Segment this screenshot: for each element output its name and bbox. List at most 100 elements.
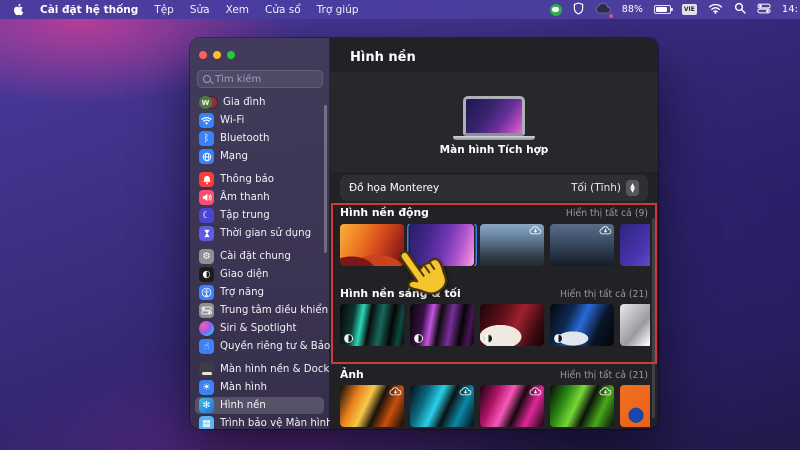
wallpaper-name: Đồ họa Monterey bbox=[349, 182, 439, 194]
sidebar-item-privacy[interactable]: ☝ Quyền riêng tư & Bảo mật bbox=[195, 338, 324, 355]
wallpaper-thumbnail-teal[interactable] bbox=[340, 304, 404, 346]
wallpaper-thumbnail-ventura[interactable] bbox=[340, 224, 404, 266]
toggles-icon bbox=[199, 303, 214, 318]
sidebar-item-accessibility[interactable]: Trợ năng bbox=[195, 284, 324, 301]
close-button[interactable] bbox=[199, 51, 207, 59]
search-input[interactable] bbox=[215, 74, 317, 85]
shield-icon[interactable] bbox=[573, 2, 584, 18]
sidebar-item-bluetooth[interactable]: ᛒ Bluetooth bbox=[195, 130, 324, 147]
menu-file[interactable]: Tệp bbox=[154, 4, 174, 16]
menu-edit[interactable]: Sửa bbox=[190, 4, 210, 16]
battery-percent: 88% bbox=[622, 4, 643, 15]
wallpaper-thumbnail-partial[interactable] bbox=[620, 224, 650, 266]
download-cloud-icon bbox=[529, 225, 542, 235]
show-all-photos[interactable]: Hiển thị tất cả (21) bbox=[560, 370, 648, 381]
menu-app-name[interactable]: Cài đặt hệ thống bbox=[40, 4, 138, 16]
display-name: Màn hình Tích hợp bbox=[330, 144, 658, 156]
macbook-preview bbox=[463, 96, 525, 136]
sidebar-item-family[interactable]: W Gia đình bbox=[195, 94, 324, 111]
photo-thumbnail-pink[interactable] bbox=[480, 385, 544, 427]
sidebar-item-screen-saver[interactable]: ▦ Trình bảo vệ Màn hình bbox=[195, 415, 324, 429]
dock-icon bbox=[199, 362, 214, 377]
chevron-up-down-icon: ▲▼ bbox=[626, 180, 639, 196]
speaker-icon bbox=[199, 190, 214, 205]
menu-help[interactable]: Trợ giúp bbox=[317, 4, 359, 16]
zoom-button[interactable] bbox=[227, 51, 235, 59]
sidebar-search[interactable] bbox=[197, 70, 323, 88]
photo-thumbnail-partial[interactable] bbox=[620, 385, 650, 427]
line-app-icon[interactable] bbox=[550, 4, 562, 16]
sidebar-item-notifications[interactable]: Thông báo bbox=[195, 171, 324, 188]
screensaver-icon: ▦ bbox=[199, 416, 214, 429]
system-settings-window: W Gia đình Wi-Fi ᛒ Bluetooth Mạng Thông … bbox=[190, 38, 658, 429]
sidebar-item-siri[interactable]: Siri & Spotlight bbox=[195, 320, 324, 337]
sidebar-item-displays[interactable]: ☀ Màn hình bbox=[195, 379, 324, 396]
sidebar-item-control-center[interactable]: Trung tâm điều khiển bbox=[195, 302, 324, 319]
wifi-icon[interactable] bbox=[708, 3, 723, 17]
sidebar-item-sound[interactable]: Âm thanh bbox=[195, 189, 324, 206]
content-scrollbar[interactable] bbox=[652, 218, 655, 418]
sidebar-item-appearance[interactable]: ◐ Giao diện bbox=[195, 266, 324, 283]
wifi-icon bbox=[199, 113, 214, 128]
sidebar-scrollbar[interactable] bbox=[324, 105, 327, 253]
download-cloud-icon bbox=[599, 225, 612, 235]
light-dark-badge-icon bbox=[554, 334, 563, 343]
cloud-icon[interactable] bbox=[595, 3, 611, 17]
sidebar-item-desktop-dock[interactable]: Màn hình nền & Dock bbox=[195, 361, 324, 378]
section-dynamic-header: Hình nền động Hiển thị tất cả (9) bbox=[340, 206, 648, 219]
sidebar-item-general[interactable]: ⚙ Cài đặt chung bbox=[195, 248, 324, 265]
light-dark-badge-icon bbox=[414, 334, 423, 343]
photo-thumbnail-teal[interactable] bbox=[410, 385, 474, 427]
gear-icon: ⚙ bbox=[199, 249, 214, 264]
hourglass-icon bbox=[199, 226, 214, 241]
wallpaper-thumbnail-red[interactable] bbox=[480, 304, 544, 346]
appearance-icon: ◐ bbox=[199, 267, 214, 282]
photo-thumbnail-orange[interactable] bbox=[340, 385, 404, 427]
battery-icon[interactable] bbox=[654, 5, 671, 14]
moon-icon: ☾ bbox=[199, 208, 214, 223]
input-source-badge[interactable]: VIE bbox=[682, 4, 697, 15]
bluetooth-icon: ᛒ bbox=[199, 131, 214, 146]
show-all-light-dark[interactable]: Hiển thị tất cả (21) bbox=[560, 289, 648, 300]
accessibility-icon bbox=[199, 285, 214, 300]
search-icon bbox=[203, 75, 211, 83]
notification-dot bbox=[609, 14, 613, 18]
bell-icon bbox=[199, 172, 214, 187]
wallpaper-thumbnail-blue[interactable] bbox=[550, 304, 614, 346]
menu-clock[interactable]: 14: bbox=[782, 4, 798, 15]
sidebar-item-wifi[interactable]: Wi-Fi bbox=[195, 112, 324, 129]
sidebar-item-screen-time[interactable]: Thời gian sử dụng bbox=[195, 225, 324, 242]
wallpaper-thumbnail-catalina-day[interactable] bbox=[480, 224, 544, 266]
wallpaper-thumbnail-catalina-night[interactable] bbox=[550, 224, 614, 266]
menu-window[interactable]: Cửa sổ bbox=[265, 4, 301, 16]
sidebar-item-network[interactable]: Mạng bbox=[195, 148, 324, 165]
photo-thumbnail-green[interactable] bbox=[550, 385, 614, 427]
spotlight-search-icon[interactable] bbox=[734, 2, 746, 17]
settings-sidebar: W Gia đình Wi-Fi ᛒ Bluetooth Mạng Thông … bbox=[190, 38, 330, 429]
sidebar-item-focus[interactable]: ☾ Tập trung bbox=[195, 207, 324, 224]
sun-icon: ☀ bbox=[199, 380, 214, 395]
sidebar-list: W Gia đình Wi-Fi ᛒ Bluetooth Mạng Thông … bbox=[195, 94, 324, 429]
page-title: Hình nền bbox=[350, 50, 416, 65]
wallpaper-thumbnail-partial[interactable] bbox=[620, 304, 650, 346]
wallpaper-thumbnail-purple[interactable] bbox=[410, 304, 474, 346]
family-avatars-icon: W bbox=[199, 95, 217, 110]
minimize-button[interactable] bbox=[213, 51, 221, 59]
wallpaper-thumbnail-monterey-selected[interactable] bbox=[410, 224, 474, 266]
section-light-dark-header: Hình nền sáng & tối Hiển thị tất cả (21) bbox=[340, 287, 648, 300]
apple-menu-icon[interactable] bbox=[12, 3, 24, 16]
download-cloud-icon bbox=[389, 386, 402, 396]
window-controls bbox=[199, 51, 235, 59]
wallpaper-pane: Hình nền Màn hình Tích hợp Đồ họa Monter… bbox=[330, 38, 658, 429]
siri-icon bbox=[199, 321, 214, 336]
control-center-icon[interactable] bbox=[757, 3, 771, 17]
light-dark-thumbnails bbox=[340, 304, 650, 346]
light-dark-badge-icon bbox=[484, 334, 493, 343]
download-cloud-icon bbox=[459, 386, 472, 396]
sidebar-item-wallpaper[interactable]: ✻ Hình nền bbox=[195, 397, 324, 414]
globe-icon bbox=[199, 149, 214, 164]
menu-view[interactable]: Xem bbox=[226, 4, 249, 16]
wallpaper-style-dropdown[interactable]: Tối (Tĩnh) ▲▼ bbox=[571, 180, 639, 196]
display-preview: Màn hình Tích hợp bbox=[330, 72, 658, 172]
show-all-dynamic[interactable]: Hiển thị tất cả (9) bbox=[566, 208, 648, 219]
